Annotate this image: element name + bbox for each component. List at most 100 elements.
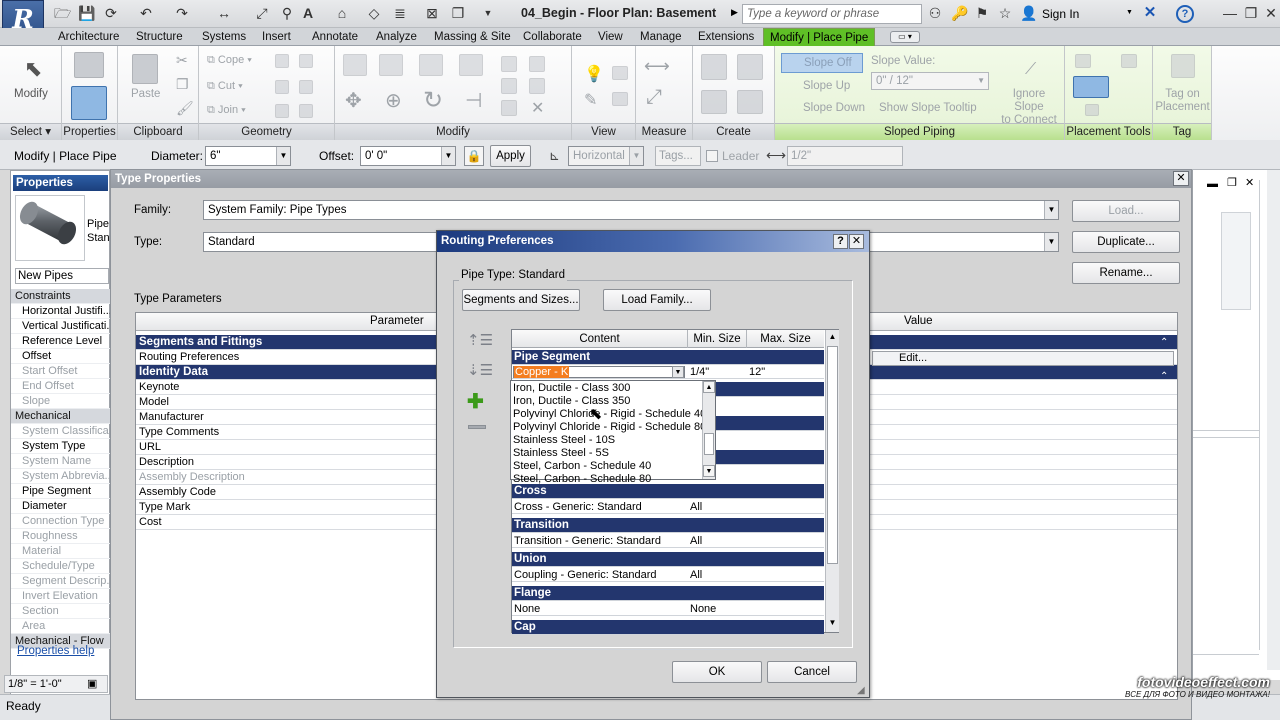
hide-icon[interactable]: 💡: [584, 64, 604, 84]
instance-filter[interactable]: New Pipes: [15, 268, 109, 284]
demolish-icon[interactable]: [299, 80, 313, 94]
dropdown-item[interactable]: Stainless Steel - 10S: [513, 434, 701, 447]
routing-content[interactable]: Cross - Generic: Standard: [514, 500, 642, 514]
navigation-bar[interactable]: [1221, 212, 1251, 310]
tab-manage[interactable]: Manage: [634, 28, 688, 46]
add-row-icon[interactable]: ✚: [467, 389, 484, 414]
tab-structure[interactable]: Structure: [130, 28, 189, 46]
selected-segment[interactable]: Copper - K: [514, 366, 570, 378]
paint-icon[interactable]: [299, 54, 313, 68]
slope-value-select[interactable]: 0" / 12" ▼: [871, 72, 989, 90]
tag-on-placement-icon[interactable]: [1171, 54, 1195, 78]
load-family-button[interactable]: Load Family...: [603, 289, 711, 311]
ok-button[interactable]: OK: [672, 661, 762, 683]
drawing-area[interactable]: ▬ ❐ ✕: [1192, 170, 1280, 680]
view-minimize-icon[interactable]: ▬: [1207, 178, 1218, 190]
save-icon[interactable]: 💾: [78, 5, 95, 21]
dropdown-item[interactable]: Steel, Carbon - Schedule 40: [513, 460, 701, 473]
tab-view[interactable]: View: [592, 28, 629, 46]
column-parameter[interactable]: Parameter: [370, 315, 424, 327]
property-row[interactable]: Roughness: [11, 529, 110, 544]
create-group-icon[interactable]: [701, 54, 727, 80]
routing-scrollbar[interactable]: ▲ ▼: [825, 330, 839, 632]
column-content[interactable]: Content: [512, 330, 688, 348]
delete-icon[interactable]: ✕: [531, 98, 544, 118]
minimize-icon[interactable]: —: [1222, 5, 1238, 21]
tab-systems[interactable]: Systems: [196, 28, 252, 46]
property-row[interactable]: Segment Descrip...: [11, 574, 110, 589]
routing-row[interactable]: Coupling - Generic: Standard All: [512, 568, 824, 582]
move-icon[interactable]: ✥: [345, 88, 362, 113]
column-max-size[interactable]: Max. Size: [747, 330, 824, 348]
copy-icon[interactable]: ❐: [176, 76, 189, 93]
dropdown-item[interactable]: Steel, Carbon - Schedule 80: [513, 473, 701, 486]
diameter-select[interactable]: 6" ▼: [205, 146, 291, 166]
tag-icon[interactable]: ⚲: [279, 5, 295, 21]
property-row[interactable]: Constraints: [11, 289, 110, 304]
property-row[interactable]: Slope: [11, 394, 110, 409]
property-row[interactable]: Reference Level: [11, 334, 110, 349]
property-row[interactable]: Offset: [11, 349, 110, 364]
undo-icon[interactable]: ↶: [138, 5, 154, 21]
restore-icon[interactable]: ❐: [1243, 5, 1259, 21]
property-row[interactable]: Mechanical: [11, 409, 110, 424]
properties-help-link[interactable]: Properties help: [17, 645, 94, 657]
horizontal-justification-select[interactable]: Horizontal ▼: [568, 146, 644, 166]
routing-min-size[interactable]: All: [690, 568, 702, 582]
switch-windows-icon[interactable]: ❐: [450, 5, 466, 21]
property-row[interactable]: Schedule/Type: [11, 559, 110, 574]
move-up-icon[interactable]: ⇡☰: [467, 331, 493, 349]
chevron-down-icon[interactable]: ▼: [672, 366, 684, 378]
redo-icon[interactable]: ↷: [174, 5, 190, 21]
subscription-icon[interactable]: 🔑: [951, 5, 968, 21]
edit-profile-icon[interactable]: [275, 104, 289, 118]
dropdown-item[interactable]: Iron, Ductile - Class 350: [513, 395, 701, 408]
paste-icon[interactable]: [132, 54, 158, 84]
communication-icon[interactable]: ⚑: [974, 5, 990, 21]
segments-and-sizes-button[interactable]: Segments and Sizes...: [462, 289, 580, 311]
rotate-icon[interactable]: ↻: [423, 86, 443, 115]
remove-paint-icon[interactable]: [299, 104, 313, 118]
mirror-axis-icon[interactable]: [419, 54, 443, 76]
move-down-icon[interactable]: ⇣☰: [467, 361, 493, 379]
copy-element-icon[interactable]: ⊕: [385, 88, 402, 113]
pipe-segment-row[interactable]: Copper - K ▼ 1/4" 12": [512, 365, 824, 379]
trim-icon[interactable]: ⊣: [465, 88, 482, 113]
create-parts-icon[interactable]: [701, 90, 727, 114]
close-icon[interactable]: ✕: [1263, 5, 1279, 21]
property-row[interactable]: End Offset: [11, 379, 110, 394]
property-row[interactable]: Horizontal Justifi...: [11, 304, 110, 319]
inherit-size-icon[interactable]: [1085, 104, 1099, 116]
dropdown-item[interactable]: Iron, Ductile - Class 300: [513, 382, 701, 395]
wall-join-icon[interactable]: [275, 80, 289, 94]
slope-up-button[interactable]: Slope Up: [803, 80, 850, 92]
create-similar-icon[interactable]: [737, 54, 763, 80]
split-gap-icon[interactable]: [529, 56, 545, 72]
show-slope-tooltip-button[interactable]: Show Slope Tooltip: [879, 102, 977, 114]
aligned-dimension-icon[interactable]: ⤢: [646, 86, 662, 109]
property-row[interactable]: Connection Type: [11, 514, 110, 529]
split-face-icon[interactable]: [275, 54, 289, 68]
tab-analyze[interactable]: Analyze: [370, 28, 423, 46]
type-properties-close-icon[interactable]: ✕: [1173, 171, 1189, 186]
slope-off-button[interactable]: Slope Off: [781, 53, 863, 73]
cut-geometry-button[interactable]: ⧉ Cut ▾: [207, 80, 243, 93]
tab-insert[interactable]: Insert: [256, 28, 297, 46]
lock-icon[interactable]: 🔒: [464, 146, 484, 166]
align-icon[interactable]: [343, 54, 367, 76]
view-scale[interactable]: 1/8" = 1'-0": [8, 678, 62, 690]
help-icon[interactable]: ?: [833, 234, 848, 249]
property-row[interactable]: Diameter: [11, 499, 110, 514]
collapse-segments-icon[interactable]: ⌃: [1160, 337, 1168, 348]
segment-min-size[interactable]: 1/4": [690, 365, 709, 379]
exchange-apps-icon[interactable]: ✕: [1142, 5, 1158, 21]
thin-lines-icon[interactable]: ≣: [392, 5, 408, 21]
property-row[interactable]: System Classifica...: [11, 424, 110, 439]
routing-row[interactable]: Cross - Generic: Standard All: [512, 500, 824, 514]
view-restore-icon[interactable]: ❐: [1227, 176, 1237, 189]
justification-settings-icon[interactable]: ⊾: [549, 148, 560, 164]
sign-in-dropdown-icon[interactable]: ▼: [1126, 9, 1133, 16]
3d-view-icon[interactable]: ⌂: [334, 5, 350, 21]
family-select[interactable]: System Family: Pipe Types ▼: [203, 200, 1059, 220]
scroll-up-icon[interactable]: ▲: [826, 330, 839, 344]
